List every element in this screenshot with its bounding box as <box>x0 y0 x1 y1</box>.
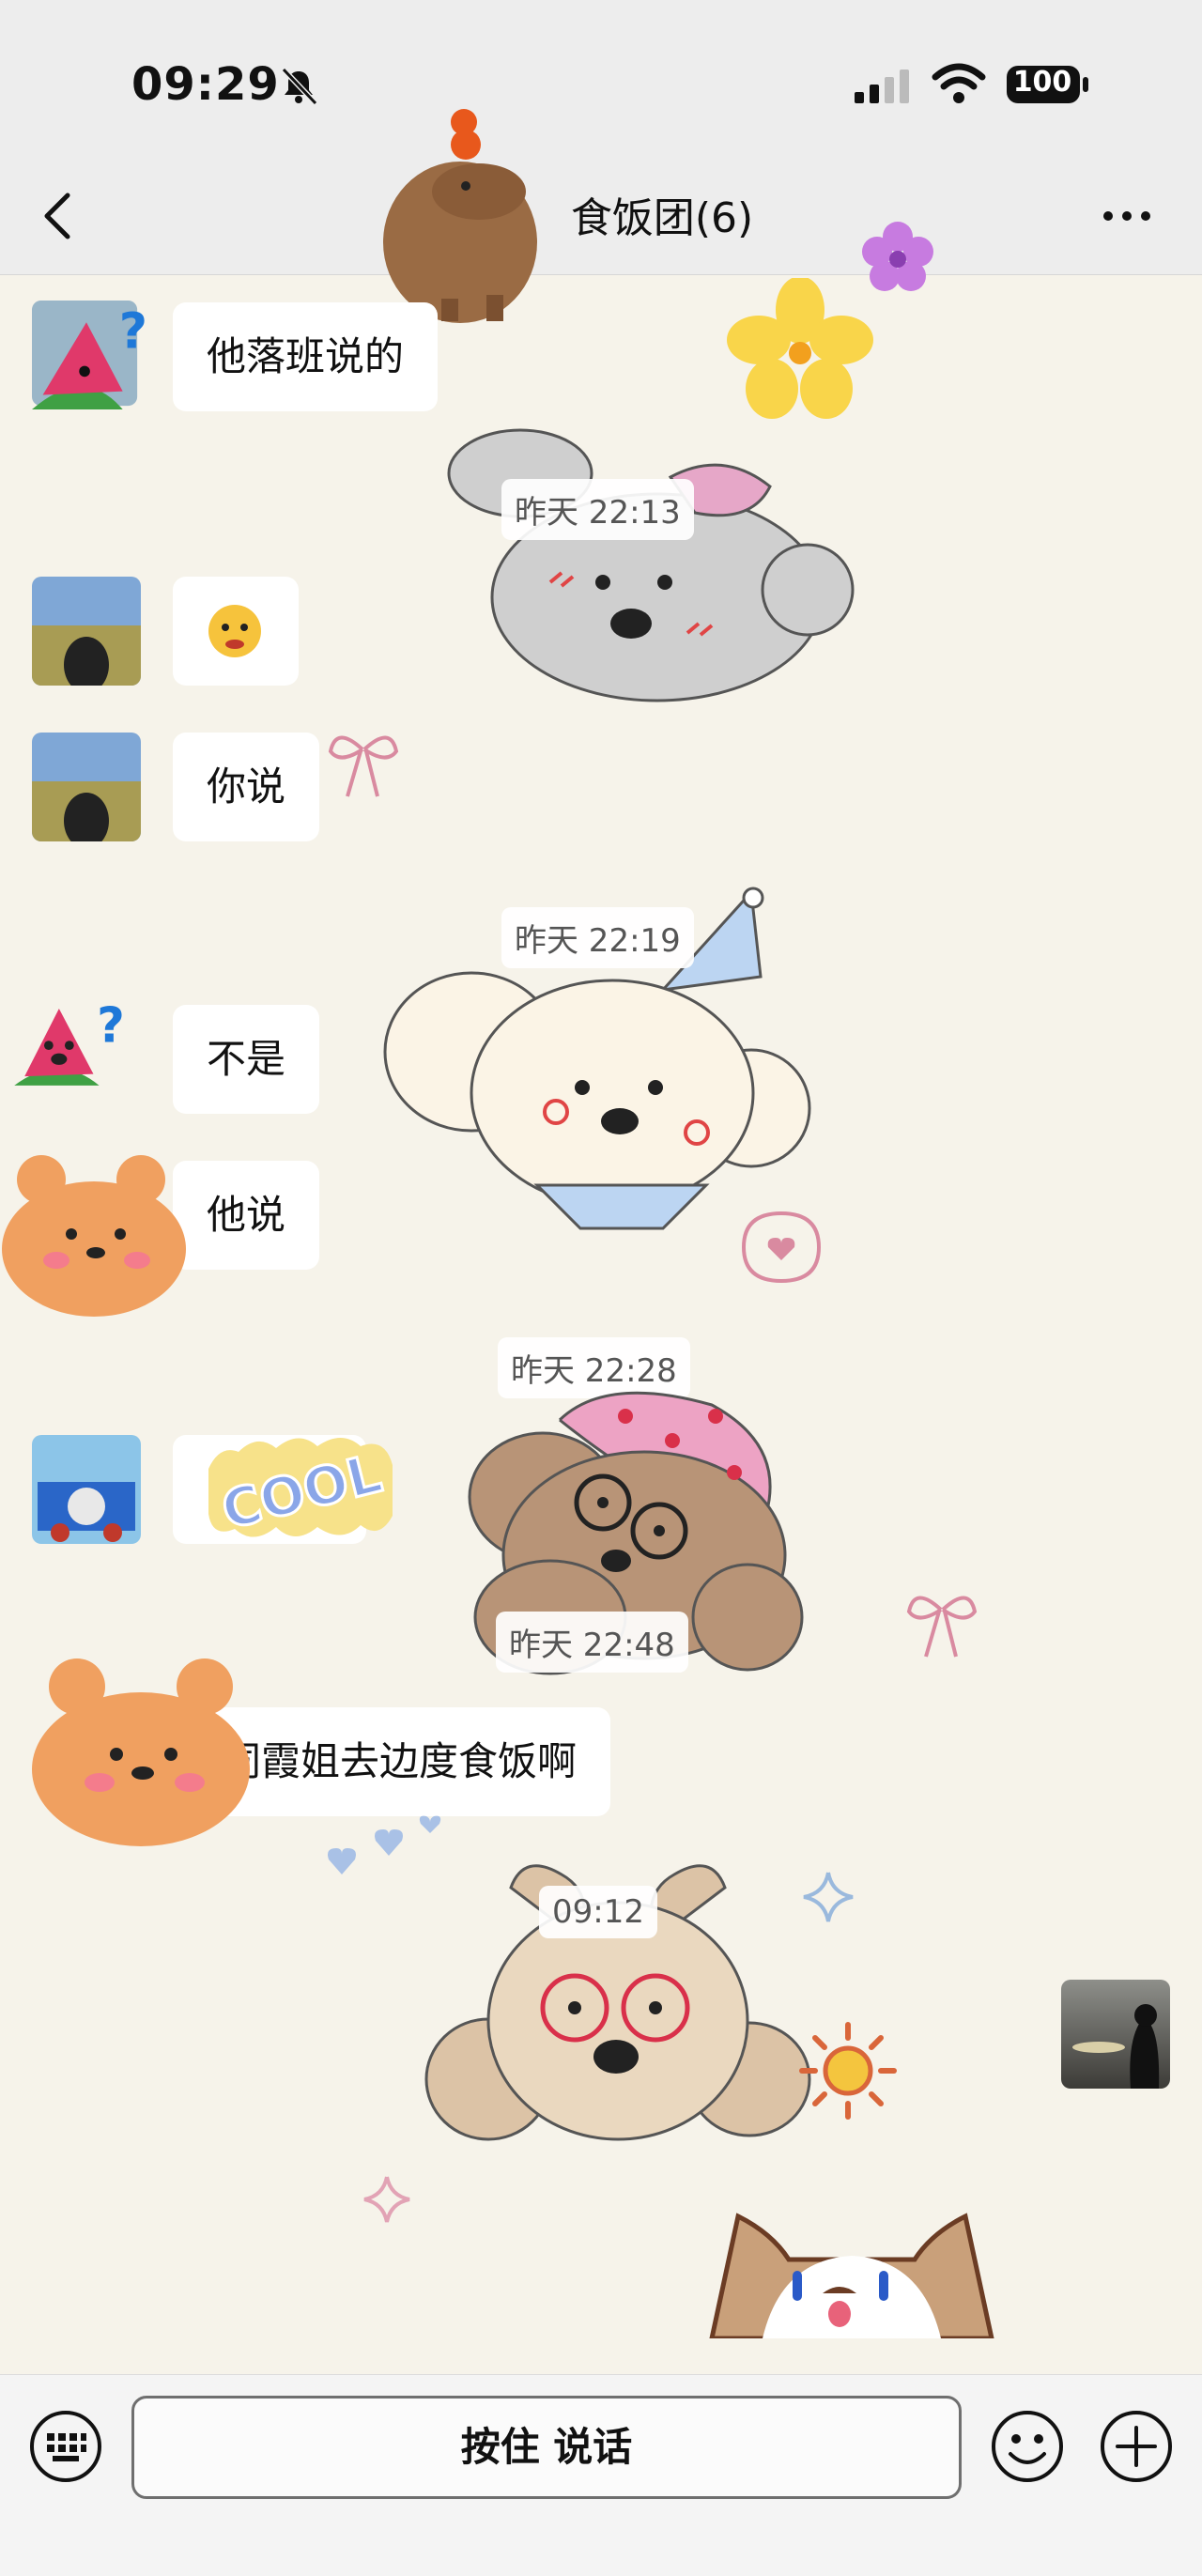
sender-avatar-landscape[interactable] <box>32 733 141 841</box>
svg-text:?: ? <box>119 303 147 360</box>
ribbon-bow-icon <box>328 735 399 797</box>
emoji-button[interactable] <box>990 2409 1065 2484</box>
sparkle-icon <box>803 1872 854 1922</box>
timestamp: 昨天 22:13 <box>501 479 694 540</box>
timestamp: 09:12 <box>539 1886 657 1938</box>
message-bubble[interactable]: 不是 <box>173 1005 320 1114</box>
message-bubble[interactable]: 你说 <box>173 733 320 841</box>
svg-text:?: ? <box>97 997 125 1054</box>
wifi-icon <box>932 63 986 103</box>
timestamp: 昨天 22:48 <box>496 1612 688 1673</box>
chat-title: 食饭团(6) <box>570 194 754 242</box>
cat-sticker <box>709 2213 994 2338</box>
cellular-signal-icon <box>855 69 909 103</box>
orange-bear-sticker[interactable] <box>0 1151 192 1319</box>
message-bubble[interactable]: 他说 <box>173 1161 320 1270</box>
status-time: 09:29 <box>131 58 280 111</box>
grey-poodle-sticker <box>447 428 855 702</box>
input-bar: 按住 说话 <box>0 2374 1202 2576</box>
status-bar: 09:29 100 <box>0 0 1202 160</box>
orange-bear-sticker-large[interactable] <box>28 1653 254 1848</box>
sender-avatar-watermelon[interactable]: ? <box>13 995 125 1104</box>
self-avatar[interactable] <box>1061 1980 1170 2089</box>
sun-icon <box>799 2022 897 2120</box>
emoji-face-icon <box>208 605 261 657</box>
chat-header: 食饭团(6) <box>0 160 1202 275</box>
bell-muted-icon <box>281 67 318 106</box>
more-options-button[interactable] <box>1099 197 1155 235</box>
battery-level: 100 <box>1012 66 1072 99</box>
pink-sparkle-icon <box>363 2176 410 2223</box>
ribbon-bow-icon <box>906 1596 978 1658</box>
yellow-flower-icon <box>727 278 873 419</box>
sender-avatar-landscape[interactable] <box>32 577 141 686</box>
capybara-sticker <box>383 109 537 323</box>
keyboard-toggle-button[interactable] <box>28 2409 103 2484</box>
hold-to-talk-button[interactable]: 按住 说话 <box>131 2396 962 2499</box>
sender-avatar-train[interactable] <box>32 1435 141 1544</box>
timestamp: 昨天 22:19 <box>501 907 694 968</box>
heart-speech-icon <box>741 1211 822 1284</box>
cool-text-sticker[interactable]: COOL <box>201 1424 402 1551</box>
message-bubble[interactable]: 他落班说的 <box>173 302 439 411</box>
more-functions-plus-button[interactable] <box>1099 2409 1174 2484</box>
message-bubble-emoji[interactable] <box>173 577 299 686</box>
sender-avatar[interactable]: ? <box>32 301 147 409</box>
